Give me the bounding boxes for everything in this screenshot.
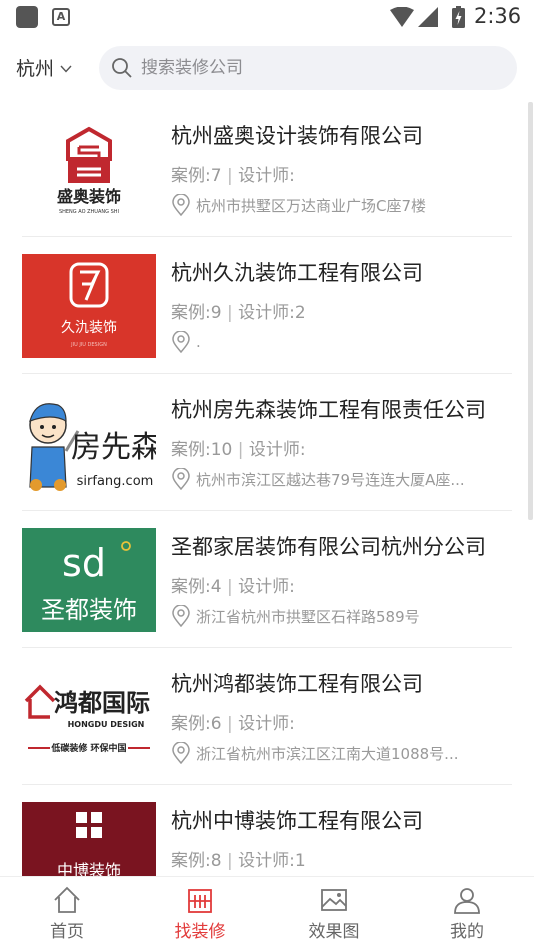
company-stats: 案例:7 | 设计师:	[171, 166, 295, 186]
home-icon	[54, 886, 80, 913]
scrollbar[interactable]	[528, 102, 533, 520]
logo-text: sd	[62, 541, 106, 585]
city-label: 杭州	[16, 58, 55, 80]
company-item[interactable]: 盛奥装饰 SHENG AO ZHUANG SHI 杭州盛奥设计装饰有限公司 案例…	[22, 100, 512, 237]
company-address: 浙江省杭州市拱墅区石祥路589号	[171, 605, 512, 627]
bottom-nav: 首页 找装修 效果图 我的	[0, 876, 534, 950]
logo-text: HONGDU DESIGN	[68, 720, 145, 729]
logo-text: 低碳装修 环保中国	[50, 742, 126, 754]
nav-find[interactable]: 找装修	[150, 881, 250, 947]
company-logo: 房先森 sirfang.com	[22, 391, 156, 495]
a-icon: A	[52, 8, 70, 26]
company-name[interactable]: 杭州盛奥设计装饰有限公司	[171, 120, 512, 150]
building-icon	[188, 889, 212, 913]
logo-text: JIU JIU DESIGN	[70, 342, 107, 348]
user-icon	[454, 888, 480, 914]
clock: 2:36	[474, 4, 522, 28]
company-item[interactable]: 房先森 sirfang.com 杭州房先森装饰工程有限责任公司 案例:10 | …	[22, 374, 512, 511]
company-logo: 中博装饰	[22, 802, 156, 876]
company-stats: 案例:4 | 设计师:	[171, 577, 295, 597]
company-item[interactable]: 中博装饰 杭州中博装饰工程有限公司 案例:8 | 设计师:1	[22, 785, 512, 876]
company-name[interactable]: 杭州房先森装饰工程有限责任公司	[171, 394, 512, 424]
logo-text: SHENG AO ZHUANG SHI	[59, 209, 119, 215]
search-icon	[112, 58, 132, 78]
company-name[interactable]: 杭州鸿都装饰工程有限公司	[171, 668, 512, 698]
image-icon	[321, 889, 347, 911]
company-item[interactable]: 鸿都国际 HONGDU DESIGN 低碳装修 环保中国 杭州鸿都装饰工程有限公…	[22, 648, 512, 785]
wifi-icon	[390, 7, 414, 27]
nav-label: 效果图	[308, 922, 360, 942]
battery-icon	[452, 6, 465, 28]
location-pin-icon	[172, 194, 190, 216]
company-address: 杭州市拱墅区万达商业广场C座7楼	[171, 194, 512, 216]
header: 杭州	[0, 36, 534, 100]
logo-text: 鸿都国际	[54, 689, 150, 717]
company-logo: sd 圣都装饰	[22, 528, 156, 632]
company-logo: 久氿装饰 JIU JIU DESIGN	[22, 254, 156, 358]
location-pin-icon	[172, 605, 190, 627]
search-bar[interactable]	[99, 46, 517, 90]
logo-text: 中博装饰	[57, 861, 121, 876]
city-selector[interactable]: 杭州	[16, 54, 73, 81]
logo-text: 房先森	[71, 430, 156, 465]
location-pin-icon	[172, 468, 190, 490]
company-logo: 鸿都国际 HONGDU DESIGN 低碳装修 环保中国	[22, 665, 156, 769]
company-address: .	[171, 331, 512, 353]
company-stats: 案例:9 | 设计师:2	[171, 303, 306, 323]
company-stats: 案例:6 | 设计师:	[171, 714, 295, 734]
company-name[interactable]: 圣都家居装饰有限公司杭州分公司	[171, 531, 512, 561]
company-list[interactable]: 盛奥装饰 SHENG AO ZHUANG SHI 杭州盛奥设计装饰有限公司 案例…	[0, 100, 534, 876]
company-address: 杭州市滨江区越达巷79号连连大厦A座...	[171, 468, 512, 490]
nav-effects[interactable]: 效果图	[284, 881, 384, 947]
logo-text: sirfang.com	[77, 474, 154, 489]
nav-label: 我的	[450, 922, 484, 942]
nav-label: 找装修	[174, 922, 226, 942]
location-pin-icon	[172, 331, 190, 353]
company-name[interactable]: 杭州久氿装饰工程有限公司	[171, 257, 512, 287]
company-stats: 案例:10 | 设计师:	[171, 440, 306, 460]
app-square-icon	[16, 6, 38, 28]
search-input[interactable]	[141, 46, 501, 90]
status-bar: A 2:36	[0, 0, 534, 36]
company-logo: 盛奥装饰 SHENG AO ZHUANG SHI	[22, 117, 156, 221]
company-item[interactable]: 久氿装饰 JIU JIU DESIGN 杭州久氿装饰工程有限公司 案例:9 | …	[22, 237, 512, 374]
company-name[interactable]: 杭州中博装饰工程有限公司	[171, 805, 512, 835]
logo-text: 久氿装饰	[61, 320, 117, 336]
signal-icon	[418, 7, 438, 27]
nav-home[interactable]: 首页	[17, 881, 117, 947]
nav-mine[interactable]: 我的	[417, 881, 517, 947]
chevron-down-icon	[60, 65, 72, 73]
company-item[interactable]: sd 圣都装饰 圣都家居装饰有限公司杭州分公司 案例:4 | 设计师: 浙江省杭…	[22, 511, 512, 648]
nav-label: 首页	[50, 922, 84, 942]
company-address: 浙江省杭州市滨江区江南大道1088号...	[171, 742, 512, 764]
logo-text: 圣都装饰	[41, 596, 137, 624]
company-stats: 案例:8 | 设计师:1	[171, 851, 306, 871]
location-pin-icon	[172, 742, 190, 764]
logo-text: 盛奥装饰	[57, 187, 121, 206]
